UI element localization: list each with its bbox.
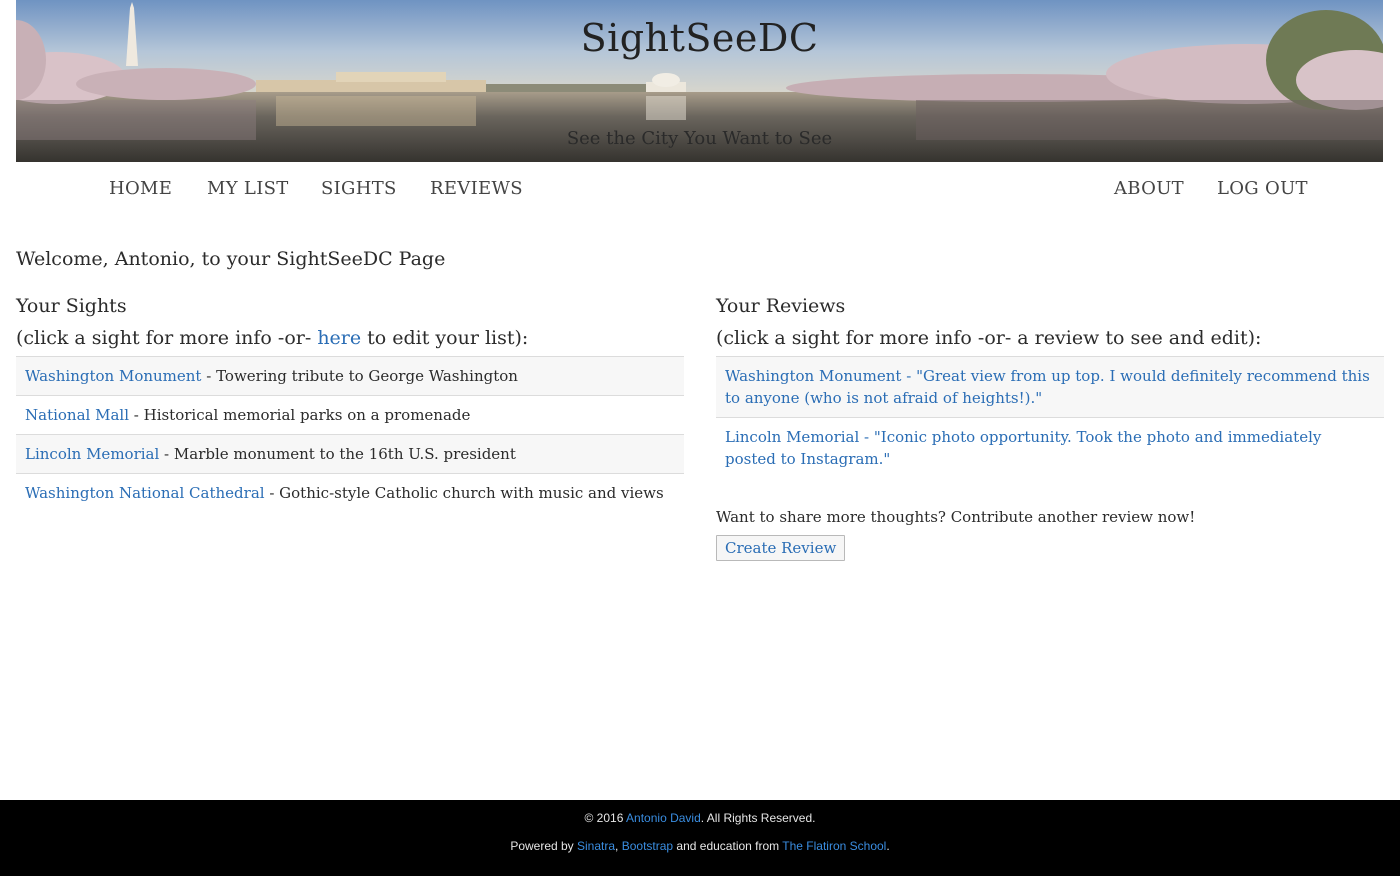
copyright-suffix: . All Rights Reserved.: [700, 811, 816, 825]
site-title: SightSeeDC: [580, 16, 819, 60]
education-text: and education from: [673, 839, 783, 853]
sinatra-link[interactable]: Sinatra: [577, 839, 615, 853]
your-sights-panel: Your Sights (click a sight for more info…: [16, 290, 684, 512]
list-item: Lincoln Memorial - "Iconic photo opportu…: [716, 418, 1384, 478]
edit-list-link[interactable]: here: [317, 327, 361, 349]
bootstrap-link[interactable]: Bootstrap: [622, 839, 673, 853]
sight-link-national-mall[interactable]: National Mall: [25, 406, 129, 424]
your-reviews-panel: Your Reviews (click a sight for more inf…: [716, 290, 1384, 561]
create-review-button[interactable]: Create Review: [716, 535, 846, 561]
separator: -: [159, 445, 174, 463]
your-reviews-instructions: (click a sight for more info -or- a revi…: [716, 327, 1262, 349]
welcome-message: Welcome, Antonio, to your SightSeeDC Pag…: [16, 248, 446, 270]
list-item: National Mall - Historical memorial park…: [16, 396, 684, 435]
sight-description: Towering tribute to George Washington: [216, 367, 518, 385]
sights-list: Washington Monument - Towering tribute t…: [16, 356, 684, 512]
period: .: [886, 839, 890, 853]
instructions-text-before: (click a sight for more info -or-: [16, 327, 318, 349]
separator: -: [129, 406, 144, 424]
nav-my-list-link[interactable]: MY LIST: [207, 178, 289, 199]
powered-prefix: Powered by: [510, 839, 578, 853]
sight-link-lincoln-memorial[interactable]: Lincoln Memorial: [25, 445, 159, 463]
site-tagline: See the City You Want to See: [566, 128, 833, 149]
copyright-prefix: © 2016: [584, 811, 627, 825]
header-banner: SightSeeDC See the City You Want to See: [16, 0, 1383, 162]
powered-by-line: Powered by Sinatra, Bootstrap and educat…: [0, 839, 1400, 853]
instructions-text-after: to edit your list):: [361, 327, 529, 349]
sight-description: Gothic-style Catholic church with music …: [279, 484, 664, 502]
sight-link-washington-national-cathedral[interactable]: Washington National Cathedral: [25, 484, 265, 502]
sight-link-washington-monument[interactable]: Washington Monument: [25, 367, 201, 385]
nav-about-link[interactable]: ABOUT: [1114, 178, 1184, 199]
share-prompt: Want to share more thoughts? Contribute …: [716, 508, 1196, 526]
your-sights-heading: Your Sights: [16, 295, 127, 317]
footer: © 2016 Antonio David. All Rights Reserve…: [0, 800, 1400, 876]
comma-separator: ,: [615, 839, 622, 853]
list-item: Washington Monument - "Great view from u…: [716, 357, 1384, 418]
nav-sights-link[interactable]: SIGHTS: [321, 178, 397, 199]
list-item: Lincoln Memorial - Marble monument to th…: [16, 435, 684, 474]
separator: -: [264, 484, 280, 502]
your-sights-instructions: (click a sight for more info -or- here t…: [16, 322, 684, 354]
author-link[interactable]: Antonio David: [626, 811, 701, 825]
your-reviews-heading: Your Reviews: [716, 295, 846, 317]
nav-home-link[interactable]: HOME: [109, 178, 172, 199]
review-sight-link-lincoln-memorial[interactable]: Lincoln Memorial: [725, 428, 859, 446]
flatiron-school-link[interactable]: The Flatiron School: [782, 839, 886, 853]
separator: -: [201, 367, 217, 385]
nav-logout-link[interactable]: LOG OUT: [1217, 178, 1308, 199]
copyright-line: © 2016 Antonio David. All Rights Reserve…: [0, 811, 1400, 825]
sight-description: Marble monument to the 16th U.S. preside…: [173, 445, 516, 463]
list-item: Washington National Cathedral - Gothic-s…: [16, 474, 684, 512]
nav-reviews-link[interactable]: REVIEWS: [430, 178, 523, 199]
list-item: Washington Monument - Towering tribute t…: [16, 357, 684, 396]
reviews-list: Washington Monument - "Great view from u…: [716, 356, 1384, 478]
main-nav: HOME MY LIST SIGHTS REVIEWS ABOUT LOG OU…: [0, 162, 1400, 218]
review-sight-link-washington-monument[interactable]: Washington Monument: [725, 367, 901, 385]
sight-description: Historical memorial parks on a promenade: [143, 406, 471, 424]
